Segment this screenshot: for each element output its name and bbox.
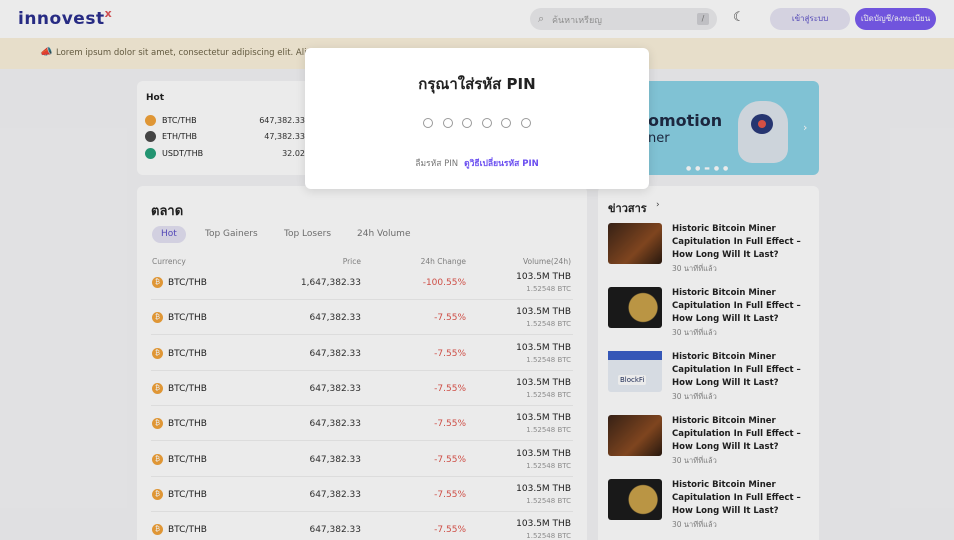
forgot-pin-line: ลืมรหัส PIN ดูวิธีเปลี่ยนรหัส PIN bbox=[305, 156, 649, 170]
pin-digit-slot[interactable] bbox=[520, 118, 531, 128]
pin-modal-title: กรุณาใส่รหัส PIN bbox=[418, 75, 536, 93]
forgot-pin-label: ลืมรหัส PIN bbox=[415, 159, 459, 169]
pin-digit-slot[interactable] bbox=[462, 118, 472, 128]
change-pin-link[interactable]: ดูวิธีเปลี่ยนรหัส PIN bbox=[464, 159, 539, 169]
pin-digit-slot[interactable] bbox=[423, 118, 433, 128]
pin-digit-slot[interactable] bbox=[442, 118, 453, 128]
pin-digit-slot[interactable] bbox=[481, 118, 492, 128]
pin-modal: กรุณาใส่รหัส PIN ลืมรหัส PIN ดูวิธีเปลี่ย… bbox=[305, 48, 649, 189]
pin-input[interactable] bbox=[423, 118, 533, 128]
pin-digit-slot[interactable] bbox=[501, 118, 511, 128]
